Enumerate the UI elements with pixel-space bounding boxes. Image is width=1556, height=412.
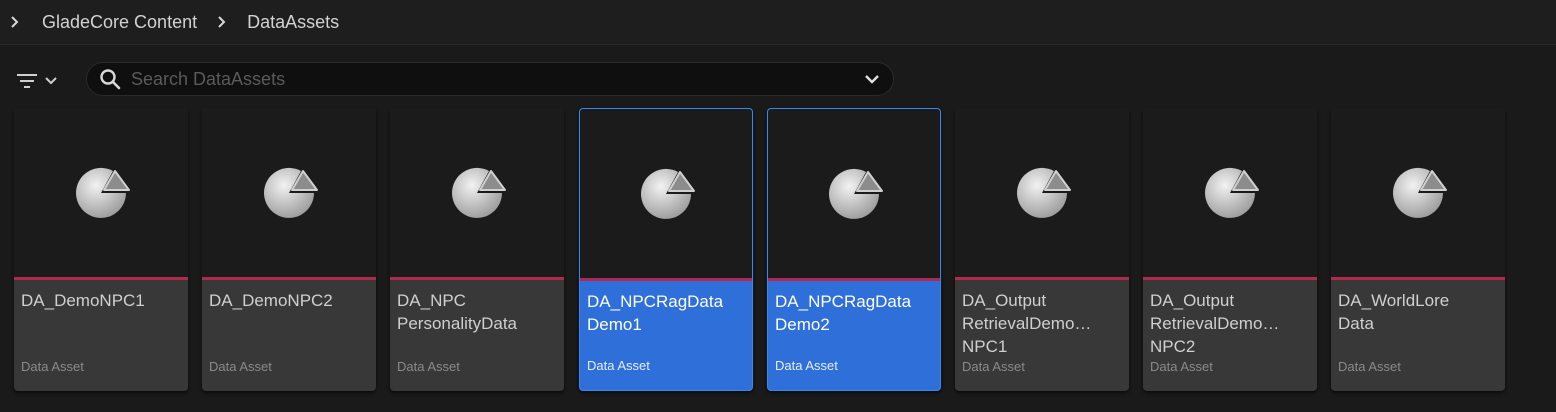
data-asset-pie-icon — [1017, 167, 1071, 218]
asset-name: DA_WorldLore Data — [1338, 291, 1450, 333]
asset-type-color-bar — [202, 277, 376, 280]
data-asset-pie-icon — [452, 167, 506, 218]
breadcrumb-item-gladecore-content[interactable]: GladeCore Content — [36, 10, 203, 35]
asset-type-color-bar — [1143, 277, 1317, 280]
asset-name: DA_DemoNPC1 — [21, 291, 145, 310]
asset-tile[interactable]: DA_DemoNPC2 Data Asset — [202, 108, 376, 391]
asset-name: DA_DemoNPC2 — [209, 291, 333, 310]
search-bar — [86, 62, 894, 96]
asset-type-color-bar — [390, 277, 564, 280]
asset-type-color-bar — [1331, 277, 1505, 280]
asset-tile[interactable]: DA_Output RetrievalDemo… NPC2 Data Asset — [1143, 108, 1317, 391]
asset-type-label: Data Asset — [209, 359, 272, 374]
breadcrumb-item-dataassets[interactable]: DataAssets — [241, 10, 345, 35]
asset-type-label: Data Asset — [962, 359, 1025, 374]
asset-type-color-bar — [580, 278, 752, 281]
data-asset-pie-icon — [829, 168, 883, 219]
chevron-down-icon — [45, 77, 57, 85]
asset-name: DA_NPCRagData Demo1 — [587, 292, 724, 334]
asset-tile[interactable]: DA_NPC PersonalityData Data Asset — [390, 108, 564, 391]
asset-type-label: Data Asset — [397, 359, 460, 374]
chevron-right-icon[interactable] — [211, 11, 233, 33]
asset-type-label: Data Asset — [587, 358, 650, 373]
asset-tile[interactable]: DA_Output RetrievalDemo… NPC1 Data Asset — [955, 108, 1129, 391]
asset-thumbnail — [14, 108, 188, 277]
search-icon — [100, 69, 121, 90]
asset-name: DA_NPCRagData Demo2 — [775, 292, 912, 334]
asset-type-color-bar — [768, 278, 940, 281]
toolbar — [0, 50, 1556, 108]
data-asset-pie-icon — [1205, 167, 1259, 218]
asset-type-color-bar — [14, 277, 188, 280]
asset-type-color-bar — [955, 277, 1129, 280]
data-asset-pie-icon — [1393, 167, 1447, 218]
data-asset-pie-icon — [264, 167, 318, 218]
asset-thumbnail — [955, 108, 1129, 277]
asset-tile[interactable]: DA_NPCRagData Demo2 Data Asset — [767, 108, 941, 391]
breadcrumb: GladeCore Content DataAssets — [0, 0, 1556, 45]
asset-thumbnail — [1143, 108, 1317, 277]
asset-type-label: Data Asset — [1338, 359, 1401, 374]
search-input[interactable] — [121, 63, 863, 95]
asset-thumbnail — [768, 109, 940, 278]
asset-thumbnail — [390, 108, 564, 277]
asset-type-label: Data Asset — [775, 358, 838, 373]
filter-button[interactable] — [16, 68, 76, 94]
asset-type-label: Data Asset — [1150, 359, 1213, 374]
asset-thumbnail — [1331, 108, 1505, 277]
asset-name: DA_Output RetrievalDemo… NPC2 — [1150, 291, 1280, 356]
asset-name: DA_NPC PersonalityData — [397, 291, 518, 333]
asset-name: DA_Output RetrievalDemo… NPC1 — [962, 291, 1092, 356]
asset-tile[interactable]: DA_DemoNPC1 Data Asset — [14, 108, 188, 391]
asset-type-label: Data Asset — [21, 359, 84, 374]
data-asset-pie-icon — [641, 168, 695, 219]
chevron-right-icon[interactable] — [4, 11, 26, 33]
asset-tile[interactable]: DA_NPCRagData Demo1 Data Asset — [579, 108, 753, 391]
chevron-down-icon[interactable] — [863, 70, 881, 88]
data-asset-pie-icon — [76, 167, 130, 218]
asset-tile[interactable]: DA_WorldLore Data Data Asset — [1331, 108, 1505, 391]
asset-thumbnail — [580, 109, 752, 278]
filter-icon — [17, 74, 37, 88]
asset-thumbnail — [202, 108, 376, 277]
